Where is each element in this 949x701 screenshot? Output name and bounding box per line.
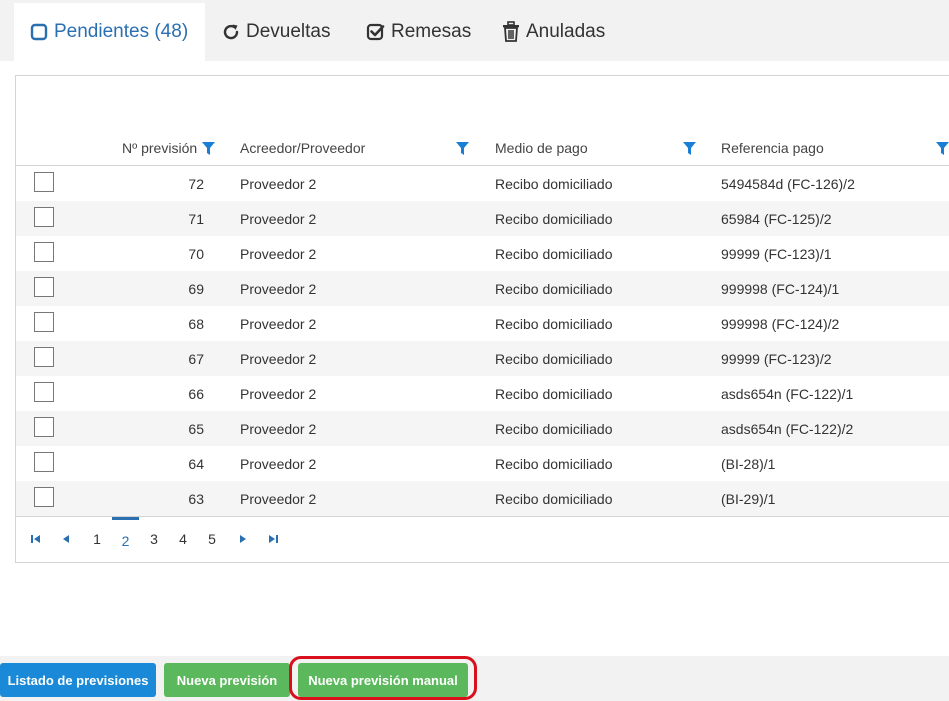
cell-medio: Recibo domiciliado — [495, 455, 613, 472]
cell-acreedor: Proveedor 2 — [240, 385, 317, 402]
cell-medio: Recibo domiciliado — [495, 350, 613, 367]
pagination: 1 2 3 4 5 — [16, 516, 949, 562]
table-row[interactable]: 68 Proveedor 2 Recibo domiciliado 999998… — [16, 306, 949, 341]
cell-medio: Recibo domiciliado — [495, 210, 613, 227]
tab-label: Anuladas — [526, 21, 606, 42]
prev-page-icon[interactable] — [57, 517, 75, 561]
tab-label: Remesas — [391, 21, 472, 42]
column-header-referencia[interactable]: Referencia pago — [721, 130, 824, 166]
cell-num: 66 — [188, 385, 204, 402]
cell-acreedor: Proveedor 2 — [240, 490, 317, 507]
row-checkbox[interactable] — [34, 417, 54, 437]
cell-referencia: 65984 (FC-125)/2 — [721, 210, 832, 227]
page-link-5[interactable]: 5 — [201, 517, 223, 561]
cell-referencia: 999998 (FC-124)/2 — [721, 315, 840, 332]
last-page-icon[interactable] — [264, 517, 282, 561]
cell-referencia: asds654n (FC-122)/1 — [721, 385, 854, 402]
page-link-1[interactable]: 1 — [86, 517, 108, 561]
page-link-3[interactable]: 3 — [143, 517, 165, 561]
cell-medio: Recibo domiciliado — [495, 280, 613, 297]
grid-header: Nº previsión Acreedor/Proveedor Medio de… — [16, 130, 949, 166]
cell-acreedor: Proveedor 2 — [240, 420, 317, 437]
cell-acreedor: Proveedor 2 — [240, 315, 317, 332]
table-row[interactable]: 70 Proveedor 2 Recibo domiciliado 99999 … — [16, 236, 949, 271]
tab-remesas[interactable]: Remesas — [365, 3, 485, 61]
row-checkbox[interactable] — [34, 242, 54, 262]
row-checkbox[interactable] — [34, 172, 54, 192]
tab-devueltas[interactable]: Devueltas — [220, 3, 350, 61]
cell-num: 63 — [188, 490, 204, 507]
row-checkbox[interactable] — [34, 207, 54, 227]
cell-num: 67 — [188, 350, 204, 367]
filter-icon[interactable] — [202, 142, 215, 155]
table-row[interactable]: 67 Proveedor 2 Recibo domiciliado 99999 … — [16, 341, 949, 376]
row-checkbox[interactable] — [34, 277, 54, 297]
cell-medio: Recibo domiciliado — [495, 175, 613, 192]
tab-pendientes[interactable]: Pendientes (48) — [14, 3, 205, 61]
cell-medio: Recibo domiciliado — [495, 420, 613, 437]
cell-acreedor: Proveedor 2 — [240, 210, 317, 227]
cell-referencia: (BI-29)/1 — [721, 490, 776, 507]
cell-medio: Recibo domiciliado — [495, 490, 613, 507]
nueva-prevision-manual-button[interactable]: Nueva previsión manual — [298, 663, 468, 697]
next-page-icon[interactable] — [234, 517, 252, 561]
nueva-prevision-button[interactable]: Nueva previsión — [164, 663, 290, 697]
grid-panel: Nº previsión Acreedor/Proveedor Medio de… — [15, 75, 949, 563]
table-row[interactable]: 64 Proveedor 2 Recibo domiciliado (BI-28… — [16, 446, 949, 481]
cell-medio: Recibo domiciliado — [495, 245, 613, 262]
table-row[interactable]: 69 Proveedor 2 Recibo domiciliado 999998… — [16, 271, 949, 306]
cell-acreedor: Proveedor 2 — [240, 245, 317, 262]
column-header-medio[interactable]: Medio de pago — [495, 130, 588, 166]
cell-referencia: 99999 (FC-123)/2 — [721, 350, 832, 367]
cell-num: 72 — [188, 175, 204, 192]
tab-anuladas[interactable]: Anuladas — [500, 3, 630, 61]
row-checkbox[interactable] — [34, 347, 54, 367]
page-link-2[interactable]: 2 — [112, 517, 139, 561]
footer-toolbar: Listado de previsiones Nueva previsión N… — [0, 656, 949, 701]
row-checkbox[interactable] — [34, 452, 54, 472]
square-outline-icon — [28, 21, 50, 43]
tab-label: Pendientes (48) — [54, 21, 189, 42]
cell-num: 71 — [188, 210, 204, 227]
table-row[interactable]: 72 Proveedor 2 Recibo domiciliado 549458… — [16, 166, 949, 201]
tab-label: Devueltas — [246, 21, 331, 42]
cell-acreedor: Proveedor 2 — [240, 455, 317, 472]
cell-referencia: 999998 (FC-124)/1 — [721, 280, 840, 297]
cell-num: 68 — [188, 315, 204, 332]
filter-icon[interactable] — [456, 142, 469, 155]
cell-medio: Recibo domiciliado — [495, 385, 613, 402]
cell-num: 65 — [188, 420, 204, 437]
grid-body: 72 Proveedor 2 Recibo domiciliado 549458… — [16, 166, 949, 516]
column-header-acreedor[interactable]: Acreedor/Proveedor — [240, 130, 365, 166]
row-checkbox[interactable] — [34, 487, 54, 507]
filter-icon[interactable] — [936, 142, 949, 155]
cell-referencia: asds654n (FC-122)/2 — [721, 420, 854, 437]
cell-num: 64 — [188, 455, 204, 472]
tab-bar: Pendientes (48) Devueltas Remesas Anulad… — [0, 0, 949, 61]
cell-acreedor: Proveedor 2 — [240, 280, 317, 297]
cell-referencia: 99999 (FC-123)/1 — [721, 245, 832, 262]
refresh-icon — [220, 21, 242, 43]
check-square-icon — [365, 21, 387, 43]
table-row[interactable]: 63 Proveedor 2 Recibo domiciliado (BI-29… — [16, 481, 949, 516]
filter-icon[interactable] — [683, 142, 696, 155]
column-header-num[interactable]: Nº previsión — [122, 130, 197, 166]
cell-referencia: (BI-28)/1 — [721, 455, 776, 472]
cell-referencia: 5494584d (FC-126)/2 — [721, 175, 855, 192]
table-row[interactable]: 65 Proveedor 2 Recibo domiciliado asds65… — [16, 411, 949, 446]
cell-acreedor: Proveedor 2 — [240, 175, 317, 192]
listado-previsiones-button[interactable]: Listado de previsiones — [0, 663, 156, 697]
page-link-4[interactable]: 4 — [172, 517, 194, 561]
table-row[interactable]: 71 Proveedor 2 Recibo domiciliado 65984 … — [16, 201, 949, 236]
row-checkbox[interactable] — [34, 382, 54, 402]
first-page-icon[interactable] — [26, 517, 44, 561]
trash-icon — [500, 21, 522, 43]
row-checkbox[interactable] — [34, 312, 54, 332]
table-row[interactable]: 66 Proveedor 2 Recibo domiciliado asds65… — [16, 376, 949, 411]
cell-num: 70 — [188, 245, 204, 262]
cell-medio: Recibo domiciliado — [495, 315, 613, 332]
cell-acreedor: Proveedor 2 — [240, 350, 317, 367]
cell-num: 69 — [188, 280, 204, 297]
